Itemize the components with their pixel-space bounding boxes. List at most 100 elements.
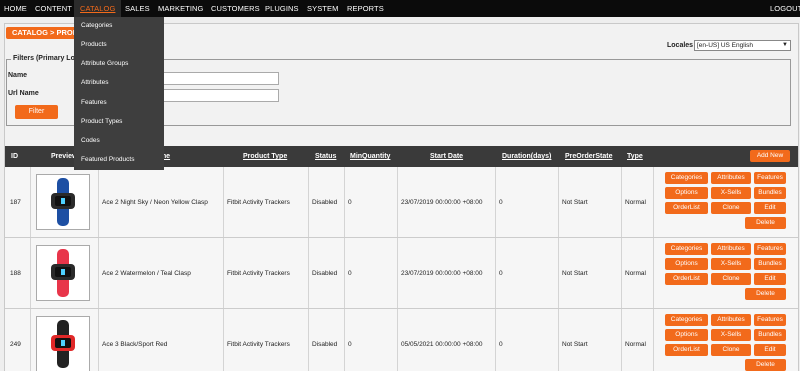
bundles-button[interactable]: Bundles — [754, 258, 786, 270]
delete-button[interactable]: Delete — [745, 288, 786, 300]
cell-min-quantity: 0 — [348, 341, 352, 348]
options-button[interactable]: Options — [665, 329, 708, 341]
bundles-button[interactable]: Bundles — [754, 187, 786, 199]
attributes-button[interactable]: Attributes — [711, 172, 751, 184]
top-navigation: HOME CONTENT CATALOG SALES MARKETING CUS… — [0, 0, 800, 17]
col-type[interactable]: Type — [627, 146, 643, 167]
table-row: 187 Ace 2 Night Sky / Neon Yellow Clasp Fi… — [5, 167, 798, 238]
cell-id: 187 — [10, 199, 21, 206]
features-button[interactable]: Features — [754, 243, 786, 255]
cell-type: Normal — [625, 199, 646, 206]
categories-button[interactable]: Categories — [665, 243, 708, 255]
col-preorder-state[interactable]: PreOrderState — [565, 146, 612, 167]
column-divider — [223, 309, 224, 371]
nav-customers[interactable]: CUSTOMERS — [211, 0, 260, 17]
cell-preorder-state: Not Start — [562, 199, 588, 206]
edit-button[interactable]: Edit — [754, 202, 786, 214]
name-input[interactable] — [158, 72, 279, 85]
fitness-tracker-image — [51, 178, 75, 226]
table-row: 188 Ace 2 Watermelon / Teal Clasp Fitbit A… — [5, 238, 798, 309]
nav-plugins[interactable]: PLUGINS — [265, 0, 299, 17]
column-divider — [98, 167, 99, 237]
nav-sales[interactable]: SALES — [125, 0, 150, 17]
cell-start-date: 23/07/2019 00:00:00 +08:00 — [401, 270, 483, 277]
features-button[interactable]: Features — [754, 172, 786, 184]
edit-button[interactable]: Edit — [754, 344, 786, 356]
options-button[interactable]: Options — [665, 258, 708, 270]
col-start-date[interactable]: Start Date — [430, 146, 463, 167]
cell-preorder-state: Not Start — [562, 270, 588, 277]
categories-button[interactable]: Categories — [665, 172, 708, 184]
filter-button[interactable]: Filter — [15, 105, 58, 119]
chevron-down-icon: ▼ — [782, 42, 788, 48]
col-min-quantity[interactable]: MinQuantity — [350, 146, 390, 167]
menu-item-attribute-groups[interactable]: Attribute Groups — [81, 60, 128, 67]
nav-marketing[interactable]: MARKETING — [158, 0, 204, 17]
column-divider — [308, 309, 309, 371]
column-divider — [495, 309, 496, 371]
cell-status: Disabled — [312, 341, 338, 348]
column-divider — [308, 167, 309, 237]
clone-button[interactable]: Clone — [711, 202, 751, 214]
edit-button[interactable]: Edit — [754, 273, 786, 285]
nav-system[interactable]: SYSTEM — [307, 0, 338, 17]
options-button[interactable]: Options — [665, 187, 708, 199]
column-divider — [30, 167, 31, 237]
x-sells-button[interactable]: X-Sells — [711, 258, 751, 270]
locales-value: [en-US] US English — [697, 42, 753, 49]
product-thumbnail[interactable] — [36, 174, 90, 230]
cell-product-type: Fitbit Activity Trackers — [227, 341, 290, 348]
col-product-type[interactable]: Product Type — [243, 146, 287, 167]
nav-catalog[interactable]: CATALOG — [74, 0, 122, 17]
categories-button[interactable]: Categories — [665, 314, 708, 326]
orderlist-button[interactable]: OrderList — [665, 202, 708, 214]
column-divider — [621, 238, 622, 308]
menu-item-featured-products[interactable]: Featured Products — [81, 156, 134, 163]
delete-button[interactable]: Delete — [745, 359, 786, 371]
menu-item-codes[interactable]: Codes — [81, 137, 100, 144]
cell-type: Normal — [625, 341, 646, 348]
x-sells-button[interactable]: X-Sells — [711, 329, 751, 341]
features-button[interactable]: Features — [754, 314, 786, 326]
product-thumbnail[interactable] — [36, 316, 90, 371]
orderlist-button[interactable]: OrderList — [665, 273, 708, 285]
col-duration[interactable]: Duration(days) — [502, 146, 551, 167]
cell-preorder-state: Not Start — [562, 341, 588, 348]
url-name-input[interactable] — [158, 89, 279, 102]
product-thumbnail[interactable] — [36, 245, 90, 301]
menu-item-categories[interactable]: Categories — [81, 22, 112, 29]
column-divider — [397, 167, 398, 237]
column-divider — [344, 238, 345, 308]
attributes-button[interactable]: Attributes — [711, 314, 751, 326]
nav-home[interactable]: HOME — [4, 0, 27, 17]
cell-start-date: 23/07/2019 00:00:00 +08:00 — [401, 199, 483, 206]
attributes-button[interactable]: Attributes — [711, 243, 751, 255]
cell-id: 249 — [10, 341, 21, 348]
menu-item-products[interactable]: Products — [81, 41, 107, 48]
col-id: ID — [11, 153, 18, 160]
cell-status: Disabled — [312, 199, 338, 206]
column-divider — [653, 309, 654, 371]
column-divider — [30, 309, 31, 371]
delete-button[interactable]: Delete — [745, 217, 786, 229]
col-status[interactable]: Status — [315, 146, 336, 167]
locales-select[interactable]: [en-US] US English ▼ — [694, 40, 791, 51]
menu-item-features[interactable]: Features — [81, 99, 107, 106]
menu-item-product-types[interactable]: Product Types — [81, 118, 122, 125]
fitness-tracker-image — [51, 320, 75, 368]
nav-reports[interactable]: REPORTS — [347, 0, 384, 17]
clone-button[interactable]: Clone — [711, 273, 751, 285]
bundles-button[interactable]: Bundles — [754, 329, 786, 341]
clone-button[interactable]: Clone — [711, 344, 751, 356]
x-sells-button[interactable]: X-Sells — [711, 187, 751, 199]
column-divider — [558, 238, 559, 308]
add-new-button[interactable]: Add New — [750, 150, 790, 162]
cell-min-quantity: 0 — [348, 270, 352, 277]
menu-item-attributes[interactable]: Attributes — [81, 79, 108, 86]
orderlist-button[interactable]: OrderList — [665, 344, 708, 356]
column-divider — [30, 238, 31, 308]
cell-product-type: Fitbit Activity Trackers — [227, 270, 290, 277]
nav-content[interactable]: CONTENT — [35, 0, 72, 17]
column-divider — [621, 309, 622, 371]
logout-link[interactable]: LOGOUT — [770, 0, 800, 17]
